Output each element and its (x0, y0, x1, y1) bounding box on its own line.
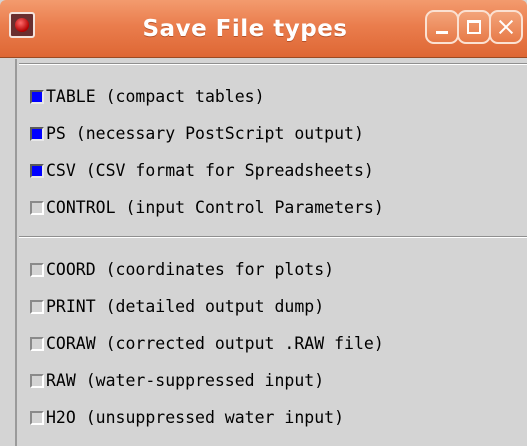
maximize-button[interactable] (457, 10, 491, 44)
checkbox-raw[interactable] (30, 374, 44, 388)
option-table[interactable]: TABLE (compact tables) (30, 82, 525, 112)
save-file-types-window: Save File types TABLE (compact tables) P… (0, 0, 527, 446)
close-icon (491, 12, 521, 42)
option-label-h2o: H2O (unsuppressed water input) (46, 408, 345, 427)
checkbox-h2o[interactable] (30, 411, 44, 425)
checkbox-coraw[interactable] (30, 337, 44, 351)
maximize-icon (459, 12, 489, 42)
minimize-button[interactable] (425, 10, 459, 44)
option-coraw[interactable]: CORAW (corrected output .RAW file) (30, 329, 525, 359)
option-label-csv: CSV (CSV format for Spreadsheets) (46, 161, 374, 180)
option-raw[interactable]: RAW (water-suppressed input) (30, 366, 525, 396)
option-ps[interactable]: PS (necessary PostScript output) (30, 119, 525, 149)
option-h2o[interactable]: H2O (unsuppressed water input) (30, 403, 525, 433)
checkbox-ps[interactable] (30, 127, 44, 141)
checkbox-coord[interactable] (30, 263, 44, 277)
group-separator (19, 236, 527, 238)
option-label-coord: COORD (coordinates for plots) (46, 260, 335, 279)
option-label-raw: RAW (water-suppressed input) (46, 371, 325, 390)
option-label-coraw: CORAW (corrected output .RAW file) (46, 334, 384, 353)
checkbox-table[interactable] (30, 90, 44, 104)
option-label-ps: PS (necessary PostScript output) (46, 124, 364, 143)
file-types-panel: TABLE (compact tables) PS (necessary Pos… (15, 59, 527, 446)
option-csv[interactable]: CSV (CSV format for Spreadsheets) (30, 156, 525, 186)
title-bar[interactable]: Save File types (0, 0, 527, 58)
checkbox-print[interactable] (30, 300, 44, 314)
option-control[interactable]: CONTROL (input Control Parameters) (30, 193, 525, 223)
checkbox-csv[interactable] (30, 164, 44, 178)
close-button[interactable] (489, 10, 523, 44)
option-label-control: CONTROL (input Control Parameters) (46, 198, 384, 217)
window-title: Save File types (142, 16, 348, 42)
option-coord[interactable]: COORD (coordinates for plots) (30, 255, 525, 285)
option-label-table: TABLE (compact tables) (46, 87, 265, 106)
minimize-icon (427, 12, 457, 42)
top-separator (19, 63, 527, 65)
app-icon[interactable] (9, 12, 35, 38)
option-label-print: PRINT (detailed output dump) (46, 297, 325, 316)
checkbox-control[interactable] (30, 201, 44, 215)
option-print[interactable]: PRINT (detailed output dump) (30, 292, 525, 322)
